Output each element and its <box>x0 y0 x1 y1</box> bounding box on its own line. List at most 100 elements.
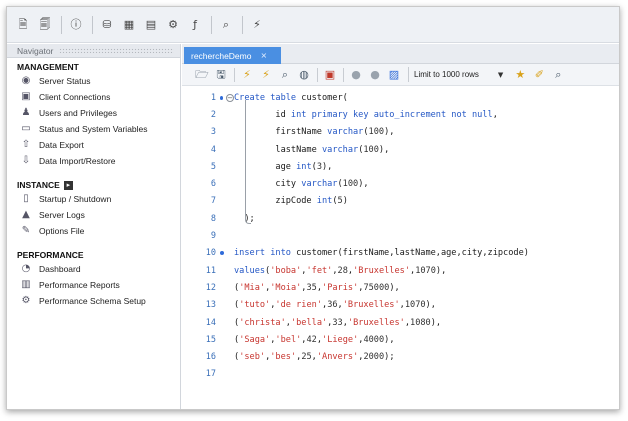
commit-icon[interactable]: ● <box>349 68 363 82</box>
code-line[interactable]: 9 <box>182 227 619 244</box>
code-token-str: 'Liege' <box>322 334 359 345</box>
code-token-num: 75000 <box>363 282 390 293</box>
workbench-window: 🗎 🗐 ⓘ ⛁ ▦ ▤ ⚙ ƒ ⌕ ⚡ Navigator MANAGEMENT… <box>6 6 620 410</box>
toggle-error-icon[interactable]: ▣ <box>323 68 337 82</box>
nav-item-client-connections[interactable]: ▣ Client Connections <box>7 89 180 105</box>
nav-item-startup-shutdown[interactable]: ▯ Startup / Shutdown <box>7 191 180 207</box>
create-procedure-icon[interactable]: ⚙ <box>165 17 181 33</box>
fold-toggle-icon[interactable]: − <box>226 93 234 102</box>
nav-item-server-status[interactable]: ◉ Server Status <box>7 73 180 89</box>
gutter-marker <box>216 251 234 256</box>
tab-strip: rechercheDemo × <box>182 44 619 64</box>
nav-item-system-variables[interactable]: ▭ Status and System Variables <box>7 121 180 137</box>
code-token-str: 'Paris' <box>322 282 359 293</box>
close-icon[interactable]: × <box>260 51 267 60</box>
statement-marker-icon <box>220 251 224 256</box>
code-token-kw: varchar <box>321 144 359 155</box>
line-number: 13 <box>205 300 216 311</box>
code-line[interactable]: 10 insert into customer(firstName,lastNam… <box>182 245 619 262</box>
code-text: id int primary key auto_increment not nu… <box>234 110 498 120</box>
code-token-num: 2000 <box>363 352 385 363</box>
code-line[interactable]: 16 ('seb','bes',25,'Anvers',2000); <box>182 348 619 365</box>
code-token-str: 'fet' <box>306 265 333 276</box>
search-table-data-icon[interactable]: ⌕ <box>218 17 234 33</box>
execute-icon[interactable]: ⚡ <box>240 68 254 82</box>
users-privileges-icon: ♟ <box>21 107 31 118</box>
code-line[interactable]: 15 ('Saga','bel',42,'Liege',4000), <box>182 331 619 348</box>
create-view-icon[interactable]: ▤ <box>143 17 159 33</box>
toolbar-separator <box>211 15 212 34</box>
snippet-icon[interactable]: ✐ <box>532 68 546 82</box>
line-number: 12 <box>205 282 216 293</box>
open-sql-script-icon[interactable]: 🗐 <box>37 17 53 33</box>
nav-item-users-privileges[interactable]: ♟ Users and Privileges <box>7 105 180 121</box>
code-text: ('seb','bes',25,'Anvers',2000); <box>234 352 395 362</box>
open-file-icon[interactable]: 🗁 <box>195 68 209 82</box>
code-token-src: ), <box>425 300 436 311</box>
nav-item-label: Performance Reports <box>39 280 120 290</box>
instance-status-icon: ▸ <box>63 180 73 190</box>
create-function-icon[interactable]: ƒ <box>187 17 203 33</box>
line-number: 6 <box>210 179 216 190</box>
nav-item-performance-schema[interactable]: ⚙ Performance Schema Setup <box>7 293 180 309</box>
code-token-src: ), <box>322 161 333 172</box>
save-icon[interactable]: 🖫 <box>214 68 228 82</box>
code-text: insert into customer(firstName,lastName,… <box>234 248 529 258</box>
limit-rows-label: Limit to 1000 rows <box>414 70 479 79</box>
dashboard-icon: ◔ <box>21 263 31 274</box>
nav-item-data-import[interactable]: ⇩ Data Import/Restore <box>7 153 180 169</box>
code-token-src: ), <box>384 334 395 345</box>
new-sql-tab-icon[interactable]: 🗎 <box>15 17 31 33</box>
create-table-icon[interactable]: ▦ <box>121 17 137 33</box>
code-token-src: ) <box>342 196 348 207</box>
tab-recherche-demo[interactable]: rechercheDemo × <box>184 47 281 64</box>
nav-item-performance-reports[interactable]: ▥ Performance Reports <box>7 277 180 293</box>
code-token-str: 'bel' <box>275 334 302 345</box>
rollback-icon[interactable]: ● <box>368 68 382 82</box>
code-token-kw: int <box>296 161 312 172</box>
code-line[interactable]: 12 ('Mia','Moia',35,'Paris',75000), <box>182 279 619 296</box>
code-token-num: 35 <box>306 282 317 293</box>
code-line[interactable]: 11 values('boba','fet',28,'Bruxelles',107… <box>182 262 619 279</box>
nav-item-server-logs[interactable]: ▲ Server Logs <box>7 207 180 223</box>
code-token-str: 'Mia' <box>239 282 266 293</box>
stop-icon[interactable]: ◍ <box>297 68 311 82</box>
panel-grip[interactable] <box>59 48 174 53</box>
code-text: firstName varchar(100), <box>234 127 394 137</box>
sql-editor[interactable]: 1 − Create table customer(2 id int primary… <box>182 86 619 383</box>
line-number: 3 <box>210 127 216 138</box>
code-token-kw: varchar <box>327 127 364 138</box>
beautify-icon[interactable]: ★ <box>513 68 527 82</box>
nav-item-options-file[interactable]: ✎ Options File <box>7 223 180 239</box>
code-line[interactable]: 14 ('christa','bella',33,'Bruxelles',1080… <box>182 314 619 331</box>
code-text: lastName varchar(100), <box>234 145 389 155</box>
code-line[interactable]: 17 <box>182 366 619 383</box>
nav-item-data-export[interactable]: ⇧ Data Export <box>7 137 180 153</box>
code-token-src: ), <box>384 127 395 138</box>
code-text: Create table customer( <box>234 93 348 103</box>
code-line[interactable]: 13 ('tuto','de rien',36,'Bruxelles',1070)… <box>182 297 619 314</box>
code-token-str: 'bella' <box>290 317 328 328</box>
nav-item-dashboard[interactable]: ◔ Dashboard <box>7 261 180 277</box>
code-text: zipCode int(5) <box>234 196 348 206</box>
explain-icon[interactable]: ⌕ <box>278 68 292 82</box>
code-token-src: customer( <box>301 92 348 103</box>
limit-rows-select[interactable]: Limit to 1000 rows ▼ <box>408 67 507 82</box>
code-token-kw: int <box>316 196 333 207</box>
reconnect-icon[interactable]: ⚡ <box>249 17 265 33</box>
line-number: 17 <box>205 369 216 380</box>
find-icon[interactable]: ⌕ <box>551 68 565 82</box>
line-number: 5 <box>210 161 216 172</box>
inspector-icon[interactable]: ⓘ <box>68 17 84 33</box>
statement-marker-icon <box>220 95 224 100</box>
server-logs-icon: ▲ <box>22 209 30 220</box>
line-number: 4 <box>210 144 216 155</box>
create-schema-icon[interactable]: ⛁ <box>99 17 115 33</box>
execute-current-icon[interactable]: ⚡ <box>259 68 273 82</box>
code-token-src: , <box>492 109 498 120</box>
code-token-str: 'Bruxelles' <box>342 300 400 311</box>
autocommit-icon[interactable]: ▨ <box>387 68 401 82</box>
code-token-str: 'Moia' <box>270 282 302 293</box>
code-token-str: 'Anvers' <box>316 352 359 363</box>
